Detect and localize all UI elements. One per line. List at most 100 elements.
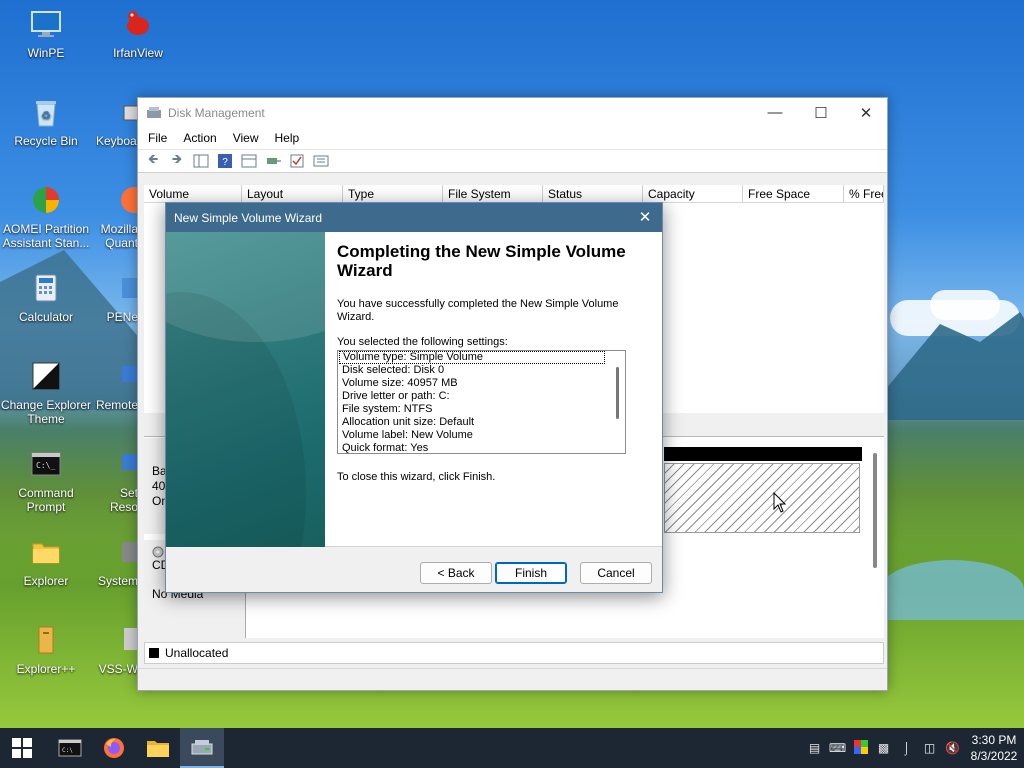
keyboard-icon	[123, 105, 138, 121]
column-volume[interactable]: Volume	[144, 185, 242, 202]
help-icon[interactable]: ?	[216, 153, 234, 169]
column-status[interactable]: Status	[543, 185, 643, 202]
desktop-icon-recycle-bin[interactable]: ♻ Recycle Bin	[4, 96, 88, 148]
clock[interactable]: 3:30 PM 8/3/2022	[964, 732, 1024, 764]
volume-muted-icon[interactable]: 🔇	[941, 741, 964, 755]
network-icon[interactable]: ◫	[918, 741, 941, 755]
calculator-icon	[35, 274, 57, 302]
desktop-icon-system[interactable]: System	[94, 536, 138, 588]
setting-row[interactable]: File system: NTFS	[338, 403, 625, 416]
cancel-button[interactable]: Cancel	[580, 562, 652, 584]
back-arrow-icon[interactable]: 🡸	[144, 151, 162, 169]
close-button[interactable]: ✕	[843, 98, 889, 127]
desktop-icon-aomei[interactable]: AOMEI Partition Assistant Stan...	[2, 184, 90, 250]
desktop-icon-explorer[interactable]: Explorer	[4, 536, 88, 588]
desktop-icon-label: Calculator	[18, 310, 74, 324]
desktop-icon-firefox-quantum[interactable]: Mozilla Quant	[96, 184, 138, 250]
column-capacity[interactable]: Capacity	[643, 185, 743, 202]
desktop-icon-label: Explorer	[23, 574, 69, 588]
taskbar-file-explorer[interactable]	[136, 728, 180, 768]
desktop-icon-penetwork[interactable]: PENe	[96, 272, 138, 324]
status-bar	[138, 668, 887, 690]
minimize-button[interactable]: —	[752, 98, 798, 127]
wizard-settings-intro: You selected the following settings:	[337, 336, 508, 348]
settings-list-icon[interactable]	[312, 153, 330, 169]
show-hide-console-tree-icon[interactable]	[192, 153, 210, 169]
usb-icon[interactable]: ⌡	[895, 741, 918, 755]
desktop-icon-keyboard[interactable]: Keyboa	[96, 96, 138, 148]
finish-button[interactable]: Finish	[495, 562, 567, 584]
wizard-title: New Simple Volume Wizard	[174, 210, 323, 225]
desktop-icon-change-explorer-theme[interactable]: Change Explorer Theme	[0, 360, 92, 426]
desktop-icon-remote[interactable]: Remote	[94, 360, 138, 412]
setting-row[interactable]: Volume size: 40957 MB	[338, 377, 625, 390]
forward-arrow-icon[interactable]: 🡺	[168, 151, 186, 169]
desktop-icon-label: PENe	[106, 310, 138, 324]
desktop-icon-label: WinPE	[27, 46, 65, 60]
cd-drive-icon	[152, 546, 164, 558]
desktop-icon-command-prompt[interactable]: C:\_ Command Prompt	[4, 448, 88, 514]
disk-management-icon	[147, 106, 161, 118]
column-type[interactable]: Type	[343, 185, 443, 202]
settings-summary-box[interactable]: Volume type: Simple Volume Disk selected…	[337, 350, 626, 454]
remote-icon	[122, 366, 138, 382]
desktop-icon-winpe[interactable]: WinPE	[4, 8, 88, 60]
network-share-icon[interactable]: ▤	[803, 741, 826, 755]
column-file-system[interactable]: File System	[443, 185, 543, 202]
legend: Unallocated	[144, 642, 884, 664]
clock-date: 8/3/2022	[970, 749, 1018, 763]
check-icon[interactable]	[288, 153, 306, 169]
wizard-close-button[interactable]: ✕	[636, 208, 654, 226]
menu-help[interactable]: Help	[267, 131, 308, 145]
wizard-heading: Completing the New Simple Volume Wizard	[337, 242, 626, 280]
maximize-button[interactable]: ☐	[798, 98, 844, 127]
wizard-titlebar[interactable]: New Simple Volume Wizard ✕	[166, 203, 662, 232]
column-free-space[interactable]: Free Space	[743, 185, 844, 202]
taskbar-disk-management[interactable]	[180, 728, 224, 768]
firefox-icon	[104, 738, 124, 758]
unallocated-swatch	[149, 648, 159, 658]
display-icon[interactable]: ▩	[872, 741, 895, 755]
resolution-icon	[122, 454, 138, 470]
connect-icon[interactable]	[264, 153, 282, 169]
volume-list-header: Volume Layout Type File System Status Ca…	[144, 185, 884, 203]
desktop-icon-irfanview[interactable]: IrfanView	[96, 8, 180, 60]
wizard-success-text: You have successfully completed the New …	[337, 298, 619, 323]
setting-row[interactable]: Disk selected: Disk 0	[338, 364, 625, 377]
back-button[interactable]: < Back	[420, 562, 492, 584]
settings-scrollbar[interactable]	[616, 367, 619, 419]
network-icon	[122, 278, 138, 298]
desktop-icon-calculator[interactable]: Calculator	[4, 272, 88, 324]
command-prompt-icon: C:\_	[31, 452, 61, 476]
taskbar-firefox[interactable]	[92, 728, 136, 768]
desktop-icon-vss[interactable]: VSS-W	[96, 624, 138, 676]
menu-action[interactable]: Action	[175, 131, 224, 145]
setting-row[interactable]: Allocation unit size: Default	[338, 416, 625, 429]
wizard-close-instruction: To close this wizard, click Finish.	[337, 471, 496, 483]
setting-row[interactable]: Drive letter or path: C:	[338, 390, 625, 403]
desktop-icon-label: VSS-W	[98, 662, 138, 676]
taskbar-command-prompt[interactable]: C:\	[48, 728, 92, 768]
setting-row[interactable]: Volume label: New Volume	[338, 429, 625, 442]
disk-management-icon	[191, 740, 213, 755]
desktop-icon-label: Recycle Bin	[14, 134, 78, 148]
graph-scrollbar[interactable]	[873, 453, 877, 568]
taskbar: C:\ ▤ ⌨ ▩ ⌡ ◫ 🔇 3:30 PM 8/3/2022	[0, 728, 1024, 768]
menu-file[interactable]: File	[140, 131, 175, 145]
desktop-icon-explorer-plus-plus[interactable]: Explorer++	[4, 624, 88, 676]
color-settings-icon[interactable]	[849, 739, 872, 757]
properties-icon[interactable]	[240, 153, 258, 169]
keyboard-icon[interactable]: ⌨	[826, 741, 849, 755]
menu-view[interactable]: View	[225, 131, 267, 145]
setting-row[interactable]: Quick format: Yes	[338, 442, 625, 453]
unallocated-region[interactable]	[664, 463, 860, 533]
column-layout[interactable]: Layout	[242, 185, 343, 202]
new-simple-volume-wizard[interactable]: New Simple Volume Wizard ✕ Completing th…	[165, 202, 663, 593]
unallocated-bar	[664, 447, 862, 461]
column-percent-free[interactable]: % Free	[844, 185, 884, 202]
setting-row[interactable]: Volume type: Simple Volume	[339, 351, 605, 364]
start-button[interactable]	[0, 728, 44, 768]
desktop-icon-label: IrfanView	[113, 46, 163, 60]
toolbar: 🡸 🡺 ?	[138, 149, 887, 173]
desktop-icon-set-resolution[interactable]: Set Reso	[96, 448, 138, 514]
